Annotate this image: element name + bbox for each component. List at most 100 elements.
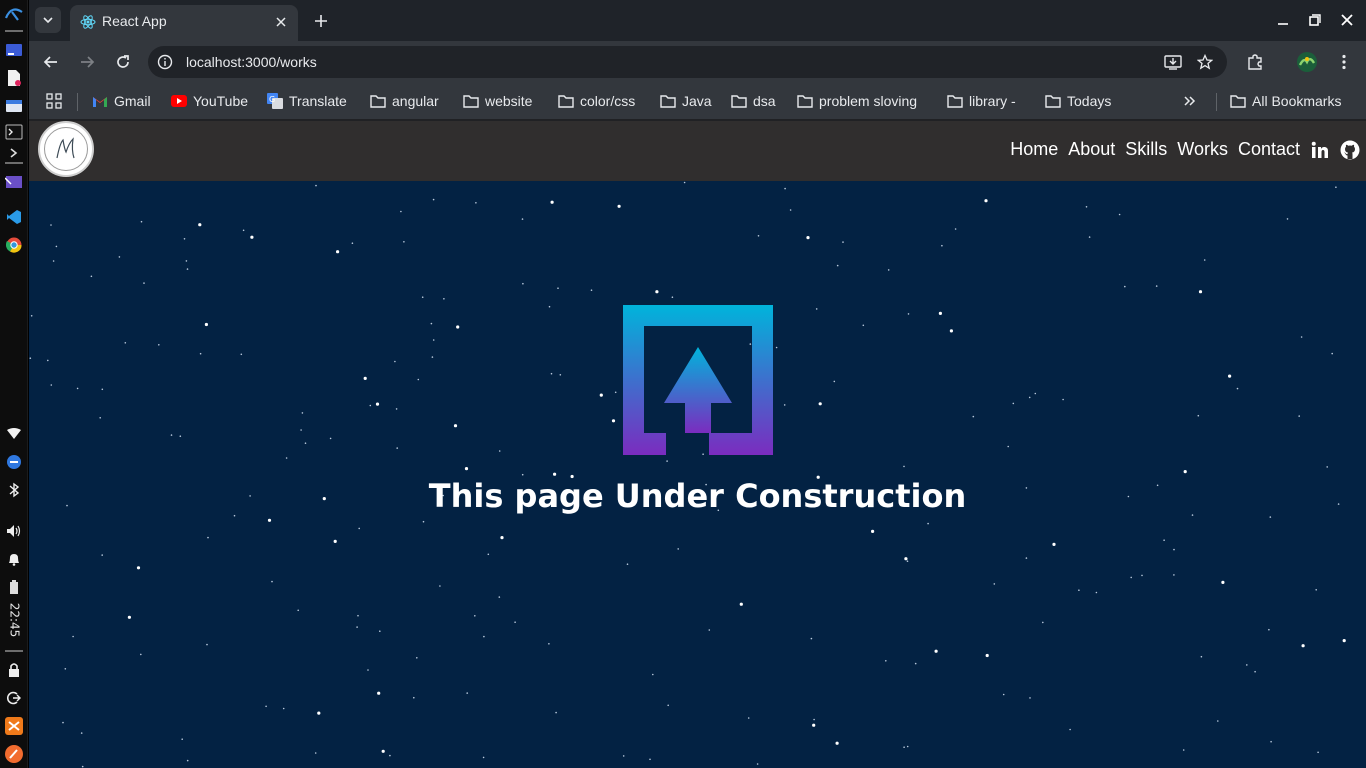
star (55, 245, 58, 248)
extensions-button[interactable] (1243, 50, 1267, 74)
chrome-icon[interactable] (4, 235, 24, 255)
reload-button[interactable] (111, 50, 135, 74)
star (622, 755, 625, 757)
nav-works[interactable]: Works (1177, 139, 1228, 160)
star (708, 629, 711, 631)
star (813, 718, 815, 721)
bookmark-folder-color-css[interactable]: color/css (558, 91, 635, 111)
star (416, 657, 418, 659)
vpn-icon[interactable] (4, 452, 24, 472)
star (557, 287, 559, 289)
bookmark-folder-website[interactable]: website (463, 91, 532, 111)
bookmark-label: library - (969, 93, 1016, 109)
bookmarks-overflow-button[interactable] (1183, 91, 1197, 111)
xampp-icon[interactable] (4, 716, 24, 736)
star (1025, 557, 1028, 559)
bookmark-folder-java[interactable]: Java (660, 91, 712, 111)
nav-contact[interactable]: Contact (1238, 139, 1300, 160)
star (474, 615, 476, 617)
text-editor-icon[interactable] (4, 68, 24, 88)
notification-bell-icon[interactable] (4, 549, 24, 569)
star (949, 329, 954, 333)
bookmark-star-icon[interactable] (1195, 52, 1215, 72)
file-manager-icon[interactable] (4, 96, 24, 116)
tab-search-button[interactable] (35, 7, 61, 33)
panel-separator (5, 650, 23, 652)
star (756, 763, 759, 765)
star (301, 412, 304, 414)
tab-close-button[interactable] (272, 13, 290, 31)
window-preview-icon[interactable] (4, 172, 24, 192)
bookmark-youtube[interactable]: YouTube (171, 91, 248, 111)
minimize-button[interactable] (1270, 8, 1296, 32)
wifi-icon[interactable] (4, 424, 24, 444)
site-logo[interactable] (38, 121, 94, 177)
profile-button[interactable] (1295, 50, 1319, 74)
bookmark-folder-dsa[interactable]: dsa (731, 91, 776, 111)
star (233, 514, 236, 517)
star (514, 621, 516, 623)
burp-suite-icon[interactable] (4, 744, 24, 764)
star (483, 635, 485, 638)
bluetooth-icon[interactable] (4, 480, 24, 500)
bookmark-gmail[interactable]: Gmail (92, 91, 151, 111)
star (357, 614, 359, 617)
star (99, 417, 101, 419)
chevron-right-icon[interactable] (4, 143, 24, 163)
nav-about[interactable]: About (1068, 139, 1115, 160)
install-app-icon[interactable] (1163, 52, 1183, 72)
star (611, 419, 616, 423)
bookmark-label: website (485, 93, 533, 109)
url-text[interactable]: localhost:3000/works (186, 54, 317, 70)
chrome-menu-button[interactable] (1332, 50, 1356, 74)
bookmark-folder-library[interactable]: library - (947, 91, 1016, 111)
star (599, 393, 603, 397)
star (862, 324, 865, 327)
tab-active[interactable]: React App (70, 5, 298, 41)
star (356, 626, 358, 628)
star (677, 548, 679, 550)
star (671, 296, 674, 298)
star (906, 745, 909, 748)
site-info-icon[interactable] (156, 53, 174, 71)
star (1342, 639, 1346, 643)
bookmark-folder-angular[interactable]: angular (370, 91, 439, 111)
tab-strip: React App (29, 0, 1366, 41)
forward-button[interactable] (75, 50, 99, 74)
nav-skills[interactable]: Skills (1125, 139, 1167, 160)
star (199, 352, 202, 355)
star (993, 583, 996, 585)
folder-icon (731, 95, 747, 108)
workspace-icon[interactable] (4, 40, 24, 60)
restore-button[interactable] (1302, 8, 1328, 32)
linkedin-icon[interactable] (1310, 140, 1330, 160)
star (181, 738, 183, 740)
terminal-icon[interactable] (4, 122, 24, 142)
new-tab-button[interactable] (309, 9, 333, 33)
back-button[interactable] (39, 50, 63, 74)
battery-icon[interactable] (4, 577, 24, 597)
bookmark-folder-todays[interactable]: Todays (1045, 91, 1111, 111)
bookmarks-bar: Gmail YouTube G Translate angular websit… (29, 83, 1366, 120)
star (333, 539, 337, 543)
nav-home[interactable]: Home (1010, 139, 1058, 160)
lock-icon[interactable] (4, 660, 24, 680)
apps-button[interactable] (46, 91, 62, 111)
folder-icon (558, 95, 574, 108)
close-window-button[interactable] (1334, 8, 1360, 32)
clock[interactable]: 22:45 (2, 596, 26, 644)
kali-menu-icon[interactable] (4, 4, 24, 24)
volume-icon[interactable] (4, 521, 24, 541)
reload-icon (117, 55, 129, 68)
star (314, 752, 317, 754)
github-icon[interactable] (1340, 140, 1360, 160)
address-bar[interactable]: localhost:3000/works (148, 46, 1227, 78)
star (304, 442, 307, 445)
bookmark-translate[interactable]: G Translate (267, 91, 347, 111)
logout-icon[interactable] (4, 688, 24, 708)
star (52, 260, 55, 262)
bookmark-folder-problem-sloving[interactable]: problem sloving (797, 91, 917, 111)
all-bookmarks-button[interactable]: All Bookmarks (1230, 91, 1341, 111)
vscode-icon[interactable] (4, 207, 24, 227)
star (783, 404, 786, 406)
